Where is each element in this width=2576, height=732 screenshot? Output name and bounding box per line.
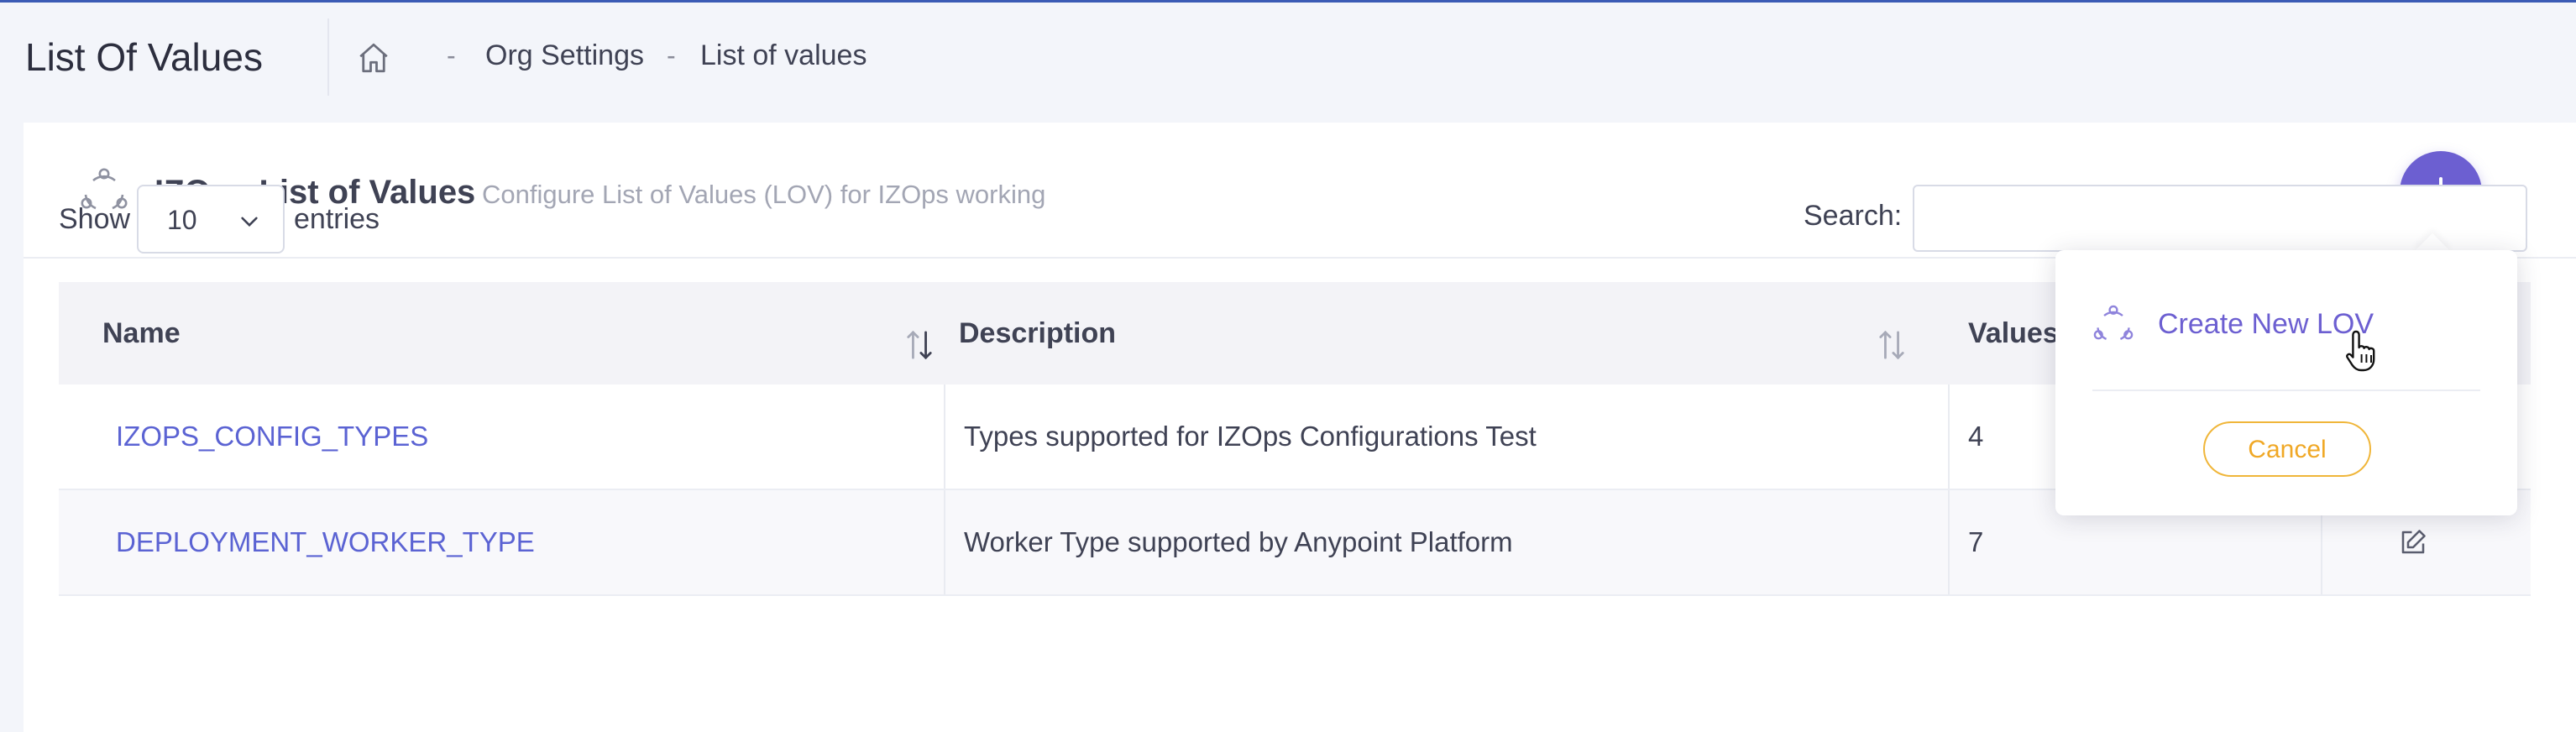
breadcrumb-separator: -: [667, 40, 676, 71]
column-header-values[interactable]: Values: [1968, 282, 2059, 384]
entries-select-value: 10: [167, 205, 197, 235]
chevron-down-icon: [241, 217, 258, 227]
column-divider: [944, 384, 945, 489]
lov-values-count: 4: [1968, 421, 1984, 452]
page-title: List Of Values: [25, 35, 263, 79]
search-label: Search:: [1804, 200, 1903, 232]
lov-values-count: 7: [1968, 526, 1984, 557]
column-divider: [1948, 384, 1950, 489]
home-icon[interactable]: [356, 40, 391, 76]
entries-label: entries: [294, 203, 380, 235]
top-accent-line: [0, 0, 2576, 3]
cancel-button[interactable]: Cancel: [2203, 421, 2371, 477]
lov-name-link[interactable]: IZOPS_CONFIG_TYPES: [116, 384, 428, 489]
sort-icon[interactable]: [905, 327, 934, 363]
cycle-icon: [2093, 305, 2134, 340]
lov-description: Worker Type supported by Anypoint Platfo…: [964, 526, 1513, 557]
add-lov-popover: Create New LOV Cancel: [2055, 250, 2517, 515]
column-divider: [944, 490, 945, 594]
column-header-name[interactable]: Name: [102, 282, 181, 384]
header-divider: [327, 18, 329, 96]
breadcrumb-list-of-values: List of values: [700, 39, 867, 71]
lov-description: Types supported for IZOps Configurations…: [964, 421, 1537, 452]
edit-icon[interactable]: [2398, 527, 2428, 557]
show-label: Show: [59, 203, 131, 235]
create-new-lov-link[interactable]: Create New LOV: [2158, 304, 2374, 344]
column-divider: [1948, 490, 1950, 594]
sort-icon[interactable]: [1877, 327, 1906, 363]
column-header-description[interactable]: Description: [959, 282, 1116, 384]
entries-select[interactable]: 10: [137, 185, 285, 254]
breadcrumb-org-settings[interactable]: Org Settings: [485, 37, 644, 74]
card-subtitle: Configure List of Values (LOV) for IZOps…: [482, 180, 1046, 209]
lov-name-link[interactable]: DEPLOYMENT_WORKER_TYPE: [116, 490, 535, 594]
breadcrumb-separator: -: [447, 40, 456, 71]
hand-cursor-icon: [2346, 330, 2375, 372]
popover-divider: [2092, 390, 2480, 391]
